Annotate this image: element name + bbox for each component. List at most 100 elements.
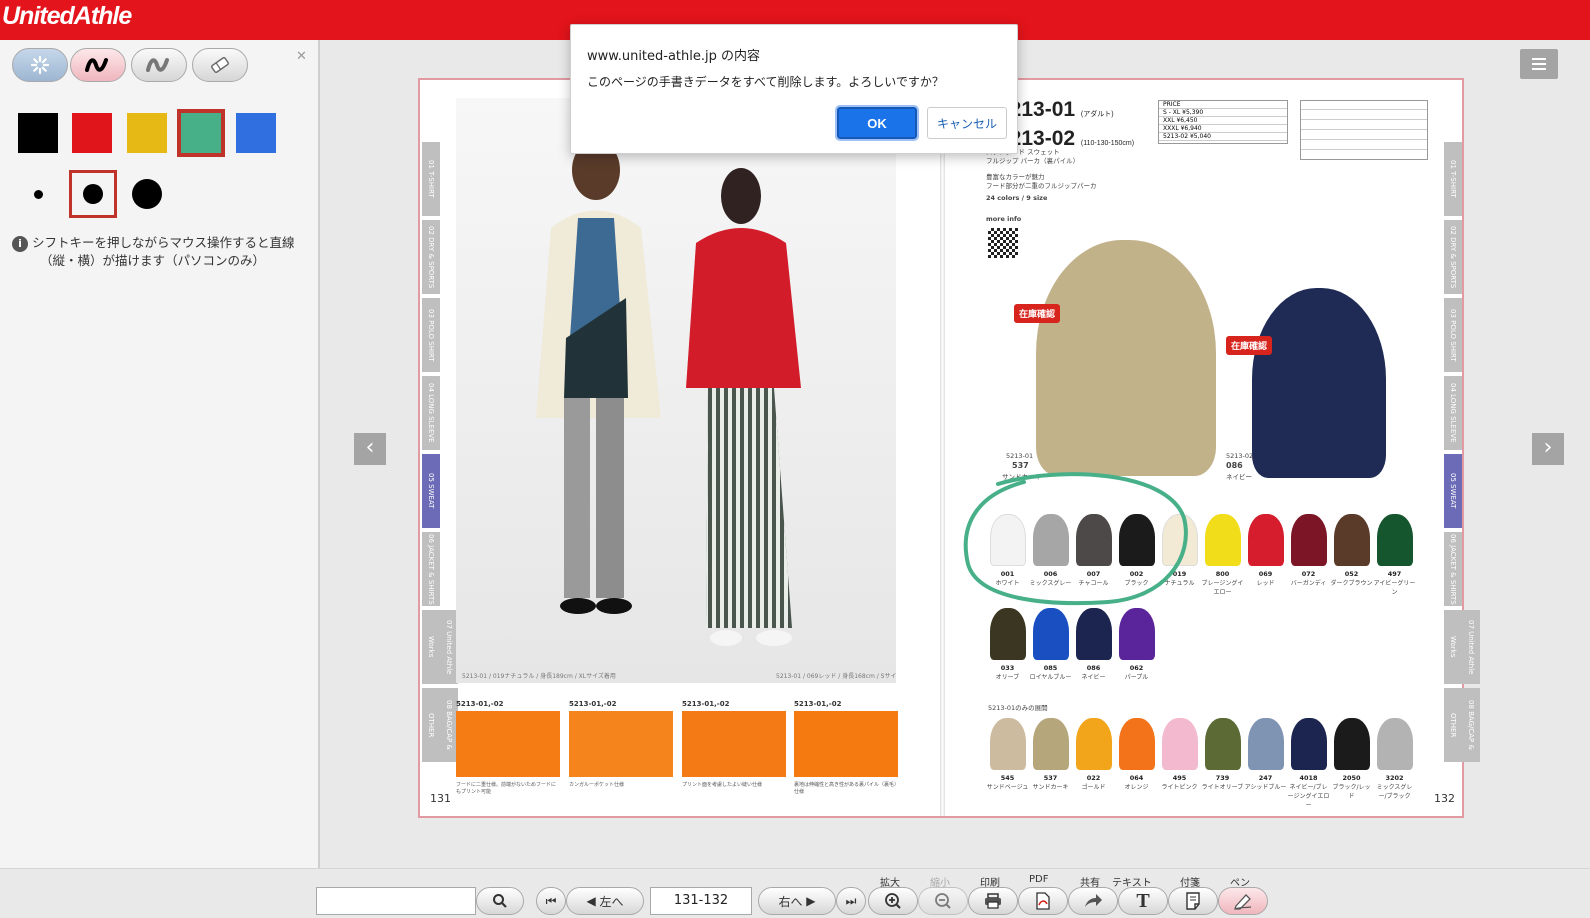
hoodie-swatch (989, 608, 1026, 660)
color-variant[interactable]: 062 パープル (1115, 608, 1158, 681)
color-variant[interactable]: 739 ライトオリーブ (1201, 718, 1244, 809)
color-variant[interactable]: 072 バーガンディ (1287, 514, 1330, 596)
stock-check-badge[interactable]: 在庫確認 (1226, 336, 1273, 355)
qr-code[interactable] (988, 228, 1018, 258)
color-swatch-green[interactable] (177, 109, 225, 157)
right-triangle-icon: ▶ (802, 894, 816, 908)
color-swatch-blue[interactable] (236, 113, 276, 153)
hamburger-menu-icon[interactable] (1520, 49, 1558, 79)
color-variant[interactable]: 495 ライトピンク (1158, 718, 1201, 809)
color-variant[interactable]: 052 ダークブラウン (1330, 514, 1373, 596)
spinner-tool-icon (30, 55, 50, 75)
catalog-spread[interactable]: 01 T-SHIRT 02 DRY & SPORTS 03 POLO SHIRT 04… (418, 78, 1480, 818)
color-number: 800 (1215, 570, 1230, 578)
text-button[interactable]: T (1118, 887, 1168, 915)
next-page-arrow-icon[interactable]: › (1532, 433, 1564, 465)
marker-tool-icon (146, 58, 169, 72)
color-variant[interactable]: 022 ゴールド (1072, 718, 1115, 809)
search-button[interactable] (476, 887, 524, 915)
hoodie-swatch (1333, 514, 1370, 566)
zoom-in-button[interactable] (868, 887, 918, 915)
section-tab[interactable]: 02 DRY & SPORTS (422, 220, 440, 294)
search-input[interactable] (316, 887, 476, 915)
sticky-note-icon (1186, 892, 1200, 910)
text-t-icon: T (1136, 889, 1150, 912)
section-tab[interactable]: 06 JACKET & SHIRTS (1444, 532, 1462, 606)
color-swatch-red[interactable] (72, 113, 112, 153)
section-tab[interactable]: 04 LONG SLEEVE (422, 376, 440, 450)
section-tab[interactable]: 03 POLO SHIRT (422, 298, 440, 372)
detail-thumb[interactable]: 5213-01,-02 プリント面を考慮したよい縫い仕様 (682, 700, 786, 790)
color-variant[interactable]: 086 ネイビー (1072, 608, 1115, 681)
pdf-button[interactable] (1018, 887, 1068, 915)
pen-size-small[interactable] (14, 170, 62, 218)
detail-thumb[interactable]: 5213-01,-02 裏地は伸縮性と高き性がある裏パイル（裏毛）仕様 (794, 700, 898, 795)
dialog-cancel-button[interactable]: キャンセル (927, 107, 1007, 139)
section-tab[interactable]: 07 United Athle Works (1444, 610, 1480, 684)
marker-tool-button[interactable] (131, 48, 187, 82)
page-number-field[interactable]: 131-132 (650, 887, 752, 915)
color-variant[interactable]: 800 ブレージングイエロー (1201, 514, 1244, 596)
color-variant[interactable]: 3202 ミックスグレー/ブラック (1373, 718, 1416, 809)
color-name: ロイヤルブルー (1029, 674, 1072, 681)
size-chart (1300, 100, 1428, 160)
section-tab[interactable]: 08 BAG/CAP & OTHER (1444, 688, 1480, 762)
detail-thumb[interactable]: 5213-01,-02 フードに二重仕様。前端がないためフードにもプリント可能 (456, 700, 560, 795)
dialog-ok-button[interactable]: OK (835, 105, 919, 141)
color-number: 072 (1301, 570, 1316, 578)
svg-text:5213-01 / 019ナチュラル / 身長189cm /: 5213-01 / 019ナチュラル / 身長189cm / XLサイズ着用 (462, 672, 616, 680)
share-button[interactable] (1068, 887, 1118, 915)
prev-page-button[interactable]: ◀ 左へ (566, 887, 644, 915)
stock-check-badge[interactable]: 在庫確認 (1014, 304, 1061, 323)
color-variant[interactable]: 4018 ネイビー/ブレージングイエロー (1287, 718, 1330, 809)
color-swatch-black[interactable] (18, 113, 58, 153)
color-variant[interactable]: 064 オレンジ (1115, 718, 1158, 809)
pen-button[interactable] (1218, 887, 1268, 915)
print-button[interactable] (968, 887, 1018, 915)
section-tab[interactable]: 01 T-SHIRT (1444, 142, 1462, 216)
color-swatch-yellow[interactable] (127, 113, 167, 153)
pen-size-large[interactable] (123, 170, 171, 218)
zoom-out-button[interactable] (918, 887, 968, 915)
section-tab[interactable]: 04 LONG SLEEVE (1444, 376, 1462, 450)
hoodie-swatch (1161, 718, 1198, 770)
eraser-tool-button[interactable] (192, 48, 248, 82)
sticky-note-button[interactable] (1168, 887, 1218, 915)
section-tab[interactable]: 02 DRY & SPORTS (1444, 220, 1462, 294)
pen-tool-icon (85, 58, 108, 72)
section-tab[interactable]: 08 BAG/CAP & OTHER (422, 688, 458, 762)
next-page-button[interactable]: 右へ ▶ (758, 887, 836, 915)
color-variant[interactable]: 085 ロイヤルブルー (1029, 608, 1072, 681)
hoodie-swatch (1118, 718, 1155, 770)
first-page-button[interactable]: ⏮ (536, 887, 566, 915)
color-variant[interactable]: 033 オリーブ (986, 608, 1029, 681)
pen-icon (1234, 894, 1252, 910)
section-tab[interactable]: 05 SWEAT (1444, 454, 1462, 528)
hoodie-swatch (1118, 608, 1155, 660)
pen-size-medium[interactable] (69, 170, 117, 218)
section-tab[interactable]: 01 T-SHIRT (422, 142, 440, 216)
featured-hoodie-sand-khaki[interactable] (1036, 240, 1216, 476)
color-variant[interactable]: 545 サンドベージュ (986, 718, 1029, 809)
detail-thumb[interactable]: 5213-01,-02 カンガルーポケット仕様 (569, 700, 673, 790)
color-variant[interactable]: 069 レッド (1244, 514, 1287, 596)
section-tab[interactable]: 03 POLO SHIRT (1444, 298, 1462, 372)
panel-close-icon[interactable]: ✕ (296, 49, 307, 64)
dialog-message: このページの手書きデータをすべて削除します。よろしいですか？ (587, 75, 944, 89)
section-tab[interactable]: 05 SWEAT (422, 454, 440, 528)
color-variant[interactable]: 497 アイビーグリーン (1373, 514, 1416, 596)
color-variant[interactable]: 537 サンドカーキ (1029, 718, 1072, 809)
color-variant[interactable]: 2050 ブラック/レッド (1330, 718, 1373, 809)
last-page-button[interactable]: ⏭ (836, 887, 866, 915)
section-tab[interactable]: 07 United Athle Works (422, 610, 458, 684)
section-tabs-right: 01 T-SHIRT 02 DRY & SPORTS 03 POLO SHIRT 04… (1444, 142, 1480, 766)
color-variant[interactable]: 247 アシッドブルー (1244, 718, 1287, 809)
color-variants-row: 545 サンドベージュ 537 サンドカーキ 022 ゴールド 064 オレンジ 495 ライトピ… (986, 718, 1416, 809)
color-name: パープル (1124, 674, 1149, 681)
brand-logo[interactable]: UnitedAthle (2, 2, 132, 31)
prev-page-arrow-icon[interactable]: ‹ (354, 433, 386, 465)
featured-hoodie-navy[interactable] (1252, 288, 1386, 478)
section-tab[interactable]: 06 JACKET & SHIRTS (422, 532, 440, 606)
spinner-tool-button[interactable] (12, 48, 68, 82)
pen-tool-button[interactable] (70, 48, 126, 82)
